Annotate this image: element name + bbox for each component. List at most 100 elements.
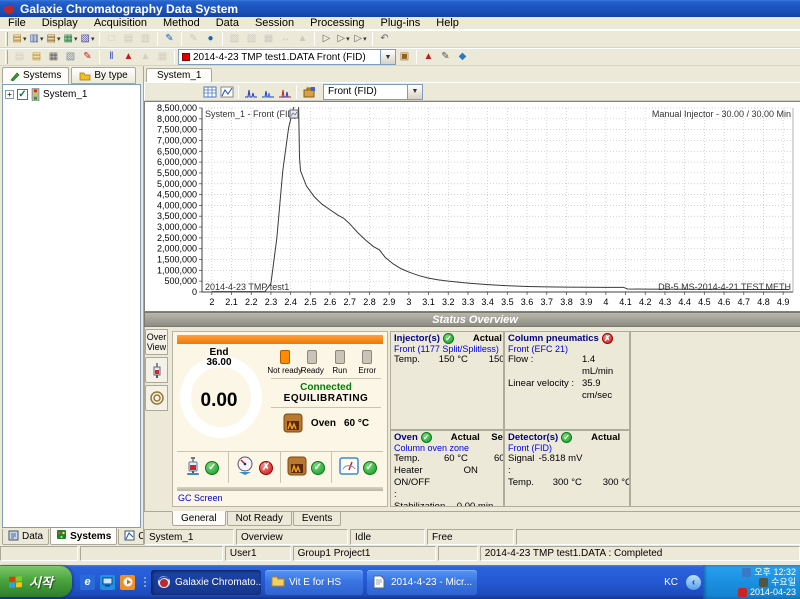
network-icon[interactable] [742, 568, 751, 577]
menu-processing[interactable]: Processing [302, 17, 372, 30]
run-time-gauge: End 36.00 0.00 [177, 346, 269, 447]
svg-text:4,000,000: 4,000,000 [157, 200, 197, 210]
menu-help[interactable]: Help [428, 17, 467, 30]
cursor-tool-button[interactable]: ▷ [318, 31, 335, 47]
data-file-selector[interactable]: 2014-4-23 TMP test1.DATA Front (FID)▼ [178, 49, 396, 65]
row-label: Linear velocity : [508, 378, 582, 402]
menu-plugins[interactable]: Plug-ins [373, 17, 429, 30]
desktop-icon[interactable] [100, 575, 115, 590]
column-side-tab[interactable] [145, 385, 168, 411]
print-preview-button: ▥ [137, 31, 154, 47]
toolbar-grip[interactable] [5, 32, 8, 46]
row-actual: 300 °C [534, 477, 582, 489]
taskbar-task-galaxie-chromato-[interactable]: Galaxie Chromato... [151, 570, 261, 595]
chart-properties-button[interactable] [300, 84, 317, 100]
status-tab-not-ready[interactable]: Not Ready [227, 512, 292, 526]
overview-side-tab[interactable]: Over View [145, 329, 168, 355]
export-button[interactable]: ▧▾ [79, 31, 96, 47]
tree-item-system1[interactable]: + ✓ System_1 [5, 88, 138, 101]
menu-acquisition[interactable]: Acquisition [86, 17, 155, 30]
compare-chromatograms-button[interactable]: ▲ [120, 49, 137, 65]
range-cursor-button[interactable]: ▷▾ [352, 31, 369, 47]
chevron-down-icon[interactable]: ▼ [380, 50, 395, 64]
tab-system1[interactable]: System_1 [146, 68, 212, 82]
result-table-button: ▦ [154, 49, 171, 65]
stacked-chromatogram-button[interactable] [276, 84, 293, 100]
status-tab-general[interactable]: General [172, 511, 226, 526]
oven-row: Temp.60 °C60 °C [394, 453, 500, 465]
menu-file[interactable]: File [0, 17, 34, 30]
save-data-button[interactable]: ▥▾ [28, 31, 45, 47]
gc-module-pressure-gauge[interactable]: ✗ [229, 452, 281, 483]
injector-side-tab[interactable] [145, 357, 168, 383]
edit-pen-button[interactable]: ✎ [161, 31, 178, 47]
detector-selector[interactable]: Front (FID) ▼ [323, 84, 423, 100]
clock-text: 수요일 [771, 577, 796, 587]
open-data-button[interactable]: ▤▾ [11, 31, 28, 47]
toolbar-separator [222, 32, 223, 46]
explore-3d-button[interactable]: ◆ [454, 49, 471, 65]
media-player-icon[interactable] [120, 575, 135, 590]
svg-text:7,500,000: 7,500,000 [157, 125, 197, 135]
lock-method-button[interactable]: ▦▾ [62, 31, 79, 47]
taskbar-task-vit-e-for-hs[interactable]: Vit E for HS [265, 570, 363, 595]
bottom-tab-systems[interactable]: Systems [50, 528, 117, 545]
status-tab-events[interactable]: Events [293, 512, 342, 526]
svg-text:3.4: 3.4 [481, 297, 494, 307]
manual-integration-button[interactable]: ✎ [437, 49, 454, 65]
ime-indicator[interactable]: KC [656, 577, 686, 588]
open-method-button[interactable]: ▤▾ [45, 31, 62, 47]
toolbar-grip[interactable] [5, 50, 8, 64]
tray-clock: 오후 12:32수요일2014-04-23 [703, 565, 800, 599]
data-properties-button[interactable]: ▣ [396, 49, 413, 65]
gc-screen-link[interactable]: GC Screen [173, 491, 387, 506]
svg-text:1,500,000: 1,500,000 [157, 255, 197, 265]
menu-session[interactable]: Session [247, 17, 302, 30]
start-button[interactable]: 시작 [0, 566, 72, 597]
svg-text:3.1: 3.1 [422, 297, 435, 307]
menu-data[interactable]: Data [208, 17, 247, 30]
window-title: Galaxie Chromatography Data System [20, 2, 238, 16]
single-chromatogram-button[interactable] [242, 84, 259, 100]
taskbar-task-2014-4-23-micr-[interactable]: 2014-4-23 - Micr... [367, 570, 477, 595]
security-shield-icon[interactable] [738, 588, 747, 597]
overlay-chromatogram-button[interactable] [259, 84, 276, 100]
menu-method[interactable]: Method [155, 17, 208, 30]
review-chromatogram-button[interactable]: ▲ [420, 49, 437, 65]
stack-chromatograms-button: ▲ [137, 49, 154, 65]
ime-tool-icon[interactable] [759, 578, 768, 587]
signature-button[interactable]: ✎ [79, 49, 96, 65]
statusbar-cell: Group1 Project1 [293, 546, 436, 561]
bottom-tab-data[interactable]: Data [2, 529, 49, 545]
gc-module-signal-dial[interactable]: ✓ [332, 452, 383, 483]
shift-tool-button: ▲ [294, 31, 311, 47]
syringe-icon [151, 362, 163, 378]
system1-checkbox[interactable]: ✓ [17, 89, 28, 100]
chevron-down-icon[interactable]: ▼ [407, 85, 422, 99]
gc-module-syringe[interactable]: ✓ [177, 452, 229, 483]
gc-module-oven[interactable]: ✓ [281, 452, 333, 483]
expander-icon[interactable]: + [5, 90, 14, 99]
tab-systems[interactable]: Systems [2, 67, 69, 84]
peak-cursor-button[interactable]: ▷▾ [335, 31, 352, 47]
svg-text:5,500,000: 5,500,000 [157, 168, 197, 178]
menu-display[interactable]: Display [34, 17, 86, 30]
row-setpoint: 150 °C [468, 354, 504, 366]
systems-tree: + ✓ System_1 [2, 84, 141, 528]
calculator-button[interactable]: ▦ [45, 49, 62, 65]
show-chart-button[interactable] [218, 84, 235, 100]
undo-button[interactable]: ↶ [376, 31, 393, 47]
statusbar-cell [438, 546, 478, 561]
globe-button[interactable]: ● [202, 31, 219, 47]
tray-chevron-icon[interactable]: ‹ [686, 575, 701, 590]
tab-by-type[interactable]: By type [71, 67, 135, 84]
chromatogram-plot[interactable]: 0500,0001,000,0001,500,0002,000,0002,500… [145, 102, 800, 311]
status-side-tabs: Over View [145, 327, 170, 511]
ok-badge-icon: ✓ [363, 461, 377, 475]
overlay-chromatograms-button[interactable]: ‖ [103, 49, 120, 65]
internet-explorer-icon[interactable]: e [80, 575, 95, 590]
edit-report-button[interactable]: ▤ [28, 49, 45, 65]
preview-report-button[interactable]: ▧ [62, 49, 79, 65]
show-table-button[interactable] [201, 84, 218, 100]
chromatogram-chart[interactable]: 0500,0001,000,0001,500,0002,000,0002,500… [144, 101, 800, 312]
